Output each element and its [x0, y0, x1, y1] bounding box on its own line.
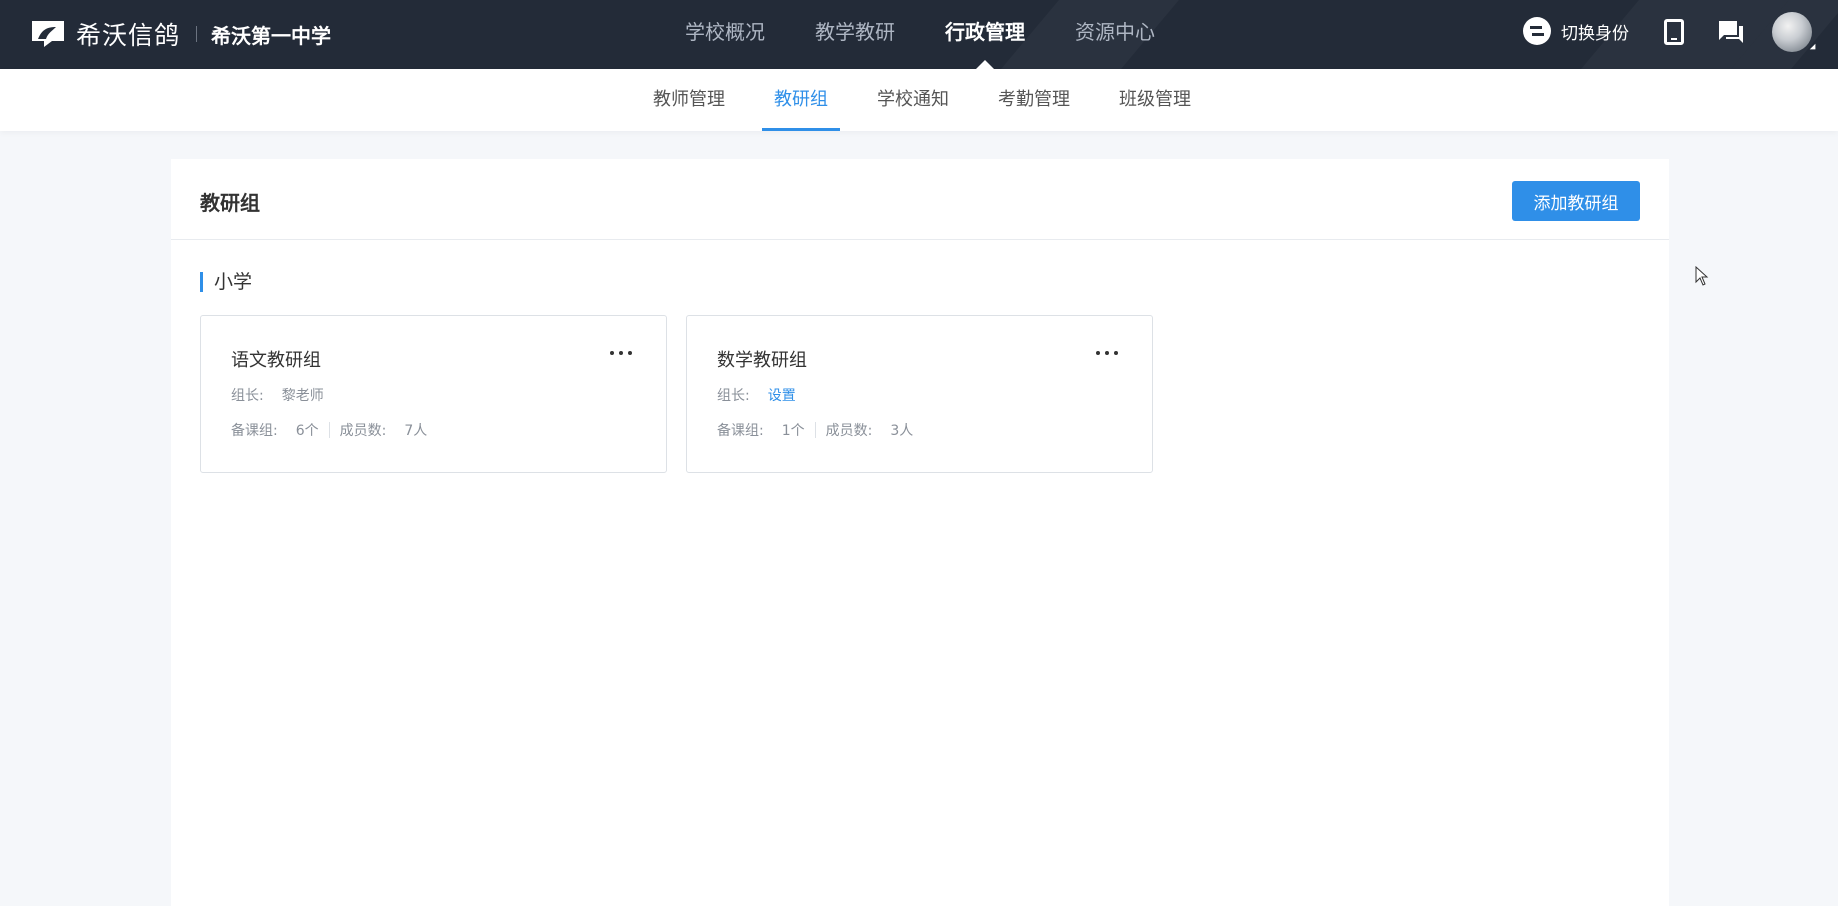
content-panel: 教研组 添加教研组 小学 语文教研组 组长: 黎老师 备课组: 6个 成员数: …: [171, 159, 1669, 906]
members-count: 3人: [890, 423, 914, 439]
page-title: 教研组: [200, 191, 260, 215]
members-label: 成员数:: [339, 423, 387, 439]
group-leader-row: 组长: 黎老师: [231, 385, 324, 405]
main-nav-item-resource-center[interactable]: 资源中心: [1075, 0, 1155, 69]
divider: [328, 422, 330, 438]
switch-identity-label: 切换身份: [1561, 23, 1629, 44]
prep-group-count: 1个: [781, 423, 805, 439]
tab-class-management[interactable]: 班级管理: [1107, 69, 1203, 131]
tablet-icon[interactable]: [1664, 19, 1684, 45]
user-avatar[interactable]: [1772, 12, 1812, 52]
tab-research-group[interactable]: 教研组: [762, 69, 840, 131]
set-leader-link[interactable]: 设置: [768, 385, 796, 405]
prep-group-count: 6个: [295, 423, 319, 439]
prep-group-label: 备课组:: [717, 423, 764, 439]
group-name: 语文教研组: [231, 350, 321, 371]
school-name: 希沃第一中学: [211, 23, 332, 48]
more-options-icon[interactable]: [610, 348, 632, 358]
panel-header: 教研组 添加教研组: [171, 159, 1669, 240]
research-group-card[interactable]: 语文教研组 组长: 黎老师 备课组: 6个 成员数: 7人: [200, 315, 667, 473]
group-leader-row: 组长: 设置: [717, 385, 796, 405]
main-nav-item-school-overview[interactable]: 学校概况: [685, 0, 765, 69]
main-nav-item-teaching-research[interactable]: 教学教研: [815, 0, 895, 69]
brand-name: 希沃信鸽: [76, 21, 181, 50]
main-nav: 学校概况 教学教研 行政管理 资源中心: [660, 0, 1180, 69]
switch-arrows-icon: [1523, 17, 1551, 45]
leader-label: 组长:: [717, 388, 750, 404]
tab-attendance[interactable]: 考勤管理: [986, 69, 1082, 131]
brand-logo-icon: [32, 21, 64, 47]
brand-divider: [196, 26, 198, 42]
add-research-group-button[interactable]: 添加教研组: [1512, 181, 1640, 221]
tab-teacher-management[interactable]: 教师管理: [641, 69, 737, 131]
more-options-icon[interactable]: [1096, 348, 1118, 358]
research-group-card[interactable]: 数学教研组 组长: 设置 备课组: 1个 成员数: 3人: [686, 315, 1153, 473]
sub-navigation: 教师管理 教研组 学校通知 考勤管理 班级管理: [0, 69, 1838, 131]
top-navigation-bar: 希沃信鸽 希沃第一中学 学校概况 教学教研 行政管理 资源中心 切换身份: [0, 0, 1838, 69]
mouse-cursor-icon: [1695, 266, 1709, 286]
group-stats-row: 备课组: 6个 成员数: 7人: [231, 420, 427, 440]
group-name: 数学教研组: [717, 350, 807, 371]
switch-identity-button[interactable]: 切换身份: [1523, 17, 1629, 45]
section-title-primary-school: 小学: [200, 272, 252, 292]
divider: [814, 422, 816, 438]
prep-group-label: 备课组:: [231, 423, 278, 439]
tab-school-notice[interactable]: 学校通知: [865, 69, 961, 131]
brand[interactable]: 希沃信鸽 希沃第一中学: [30, 16, 331, 52]
members-count: 7人: [404, 423, 428, 439]
group-stats-row: 备课组: 1个 成员数: 3人: [717, 420, 913, 440]
leader-value: 黎老师: [281, 388, 324, 404]
message-icon[interactable]: [1718, 20, 1744, 44]
leader-label: 组长:: [231, 388, 264, 404]
members-label: 成员数:: [825, 423, 873, 439]
main-nav-item-administration[interactable]: 行政管理: [945, 0, 1025, 69]
